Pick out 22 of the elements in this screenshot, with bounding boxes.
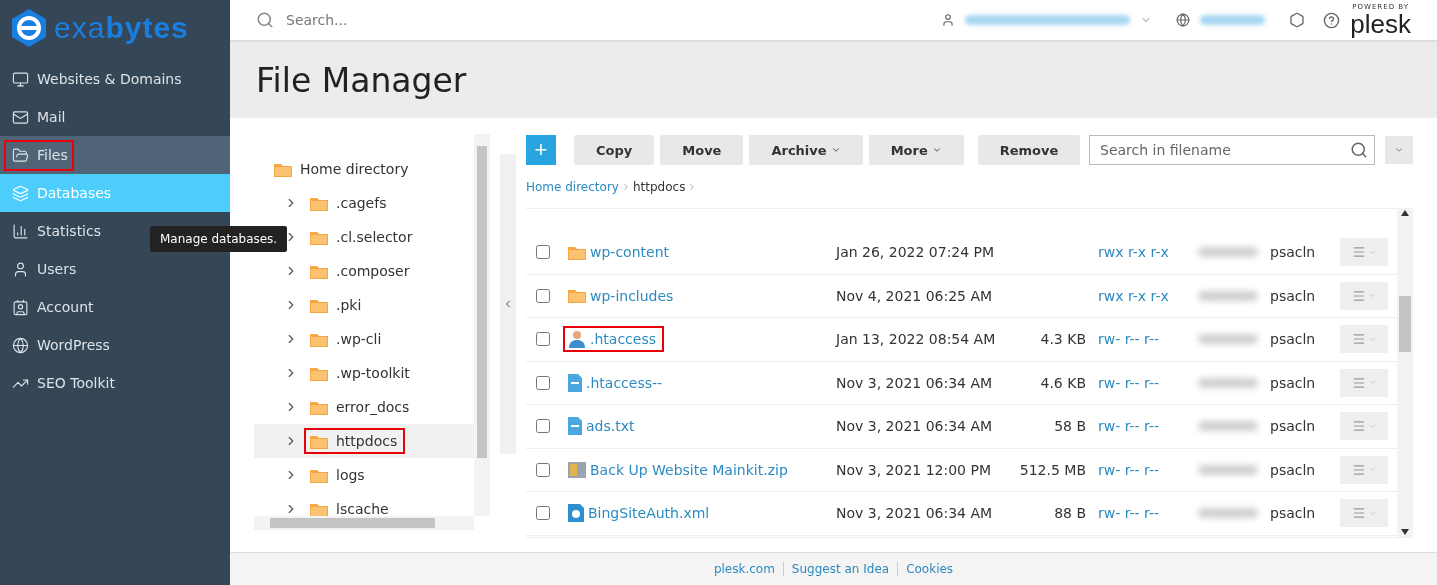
group-name: psacln <box>1270 331 1317 348</box>
modified-date: Nov 3, 2021 06:34 AM <box>836 374 994 391</box>
file-size: 4.3 KB <box>1039 331 1086 348</box>
modified-date: Nov 4, 2021 06:25 AM <box>836 287 994 304</box>
modified-date: Nov 3, 2021 06:34 AM <box>836 505 994 522</box>
page-title: File Manager <box>255 59 468 102</box>
file-size: 88 B <box>1053 505 1086 522</box>
group-name: psacln <box>1270 287 1317 304</box>
group-name: psacln <box>1270 461 1317 478</box>
tooltip: Manage databases. <box>150 226 288 252</box>
group-name: psacln <box>1270 374 1317 391</box>
group-name: psacln <box>1270 505 1317 522</box>
group-name: psacln <box>1270 418 1317 435</box>
file-size: 4.6 KB <box>1039 374 1086 391</box>
logo-text: exabytes <box>54 11 189 45</box>
group-name: psacln <box>1270 244 1317 261</box>
file-size: 58 B <box>1053 418 1086 435</box>
modified-date: Jan 26, 2022 07:24 PM <box>836 244 996 261</box>
file-size: 512.5 MB <box>1018 461 1086 478</box>
modified-date: Jan 13, 2022 08:54 AM <box>836 331 997 348</box>
modified-date: Nov 3, 2021 06:34 AM <box>836 418 994 435</box>
modified-date: Nov 3, 2021 12:00 PM <box>836 461 992 478</box>
